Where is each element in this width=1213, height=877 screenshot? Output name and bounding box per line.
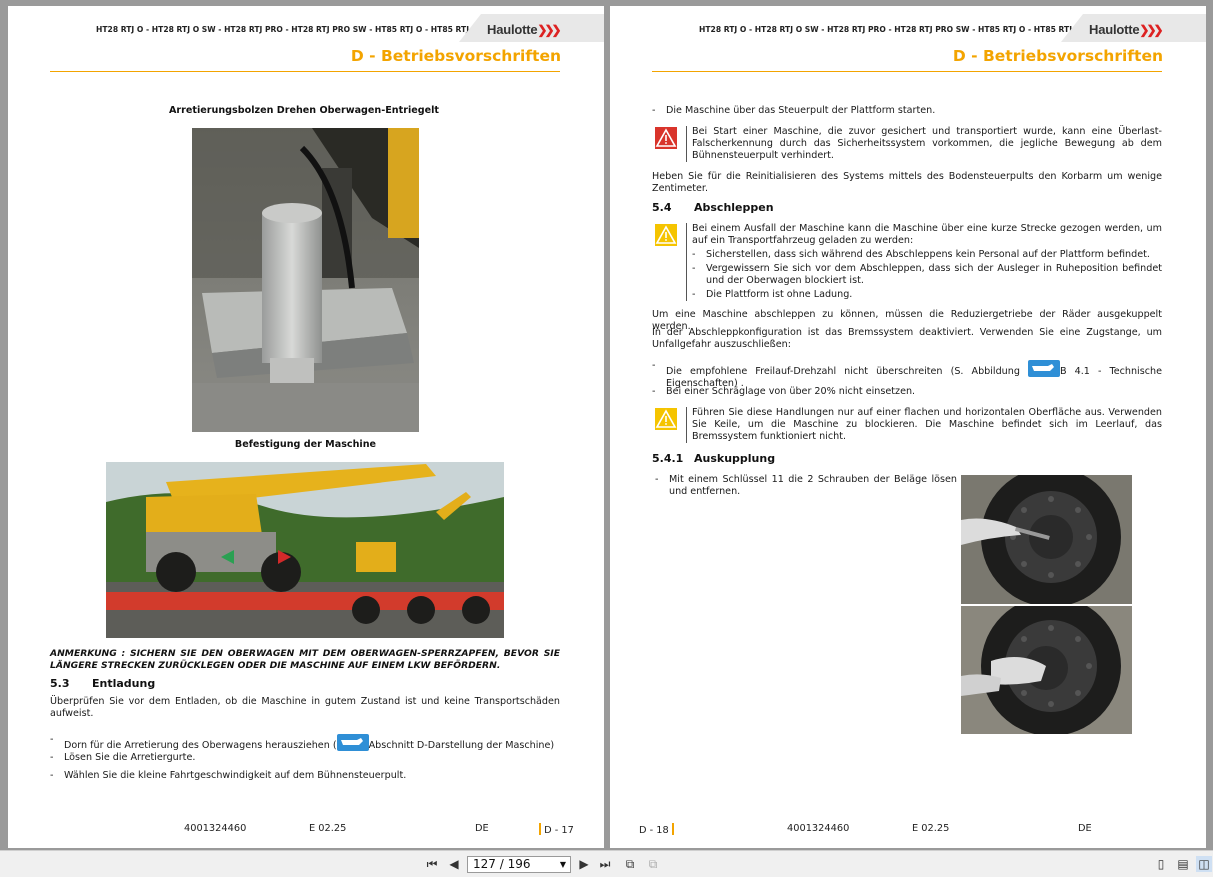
first-page-icon[interactable]: ⏮ — [424, 856, 440, 872]
warning-icon — [655, 408, 677, 430]
flat-surface-warning: Führen Sie diese Handlungen nur auf eine… — [686, 407, 1162, 443]
section-rule — [652, 71, 1162, 72]
footer-page-number: D - 17 — [539, 823, 574, 836]
section-title: D - Betriebsvorschriften — [350, 47, 561, 65]
pointing-hand-icon[interactable] — [336, 734, 369, 751]
footer-page-number: D - 18 — [639, 823, 674, 836]
continuous-view-icon[interactable]: ▤ — [1175, 856, 1191, 872]
photo-truck-transport — [106, 462, 504, 638]
section-title: D - Betriebsvorschriften — [952, 47, 1163, 65]
last-page-icon[interactable]: ⏭ — [597, 856, 613, 872]
footer-edition: E 02.25 — [309, 823, 347, 834]
single-page-view-icon[interactable]: ▯ — [1153, 856, 1169, 872]
page-left: HT28 RTJ O - HT28 RTJ O SW - HT28 RTJ PR… — [8, 6, 604, 848]
bullet-straps: - Lösen Sie die Arretiergurte. — [50, 752, 196, 763]
footer-lang: DE — [475, 823, 489, 834]
copy-page-icon[interactable]: ⧉ — [622, 856, 638, 872]
page-right: HT28 RTJ O - HT28 RTJ O SW - HT28 RTJ PR… — [610, 6, 1206, 848]
page-number-select[interactable]: 127 / 196 ▼ — [467, 856, 571, 873]
heading-5-4: 5.4 Abschleppen — [652, 201, 774, 214]
transport-note: ANMERKUNG : SICHERN SIE DEN OBERWAGEN MI… — [50, 648, 560, 671]
photo-wheel-hub-2 — [961, 606, 1132, 734]
haulotte-logo: Haulotte❯❯❯ — [487, 22, 562, 37]
warning-icon — [655, 224, 677, 246]
danger-overload-text: Bei Start einer Maschine, die zuvor gesi… — [686, 126, 1162, 162]
footer-doc-no: 4001324460 — [184, 823, 247, 834]
pointing-hand-icon[interactable] — [1028, 360, 1060, 377]
haulotte-logo: Haulotte❯❯❯ — [1089, 22, 1164, 37]
footer-edition: E 02.25 — [912, 823, 950, 834]
reinit-text: Heben Sie für die Reinitialisieren des S… — [652, 171, 1162, 194]
towing-warning-intro: Bei einem Ausfall der Maschine kann die … — [692, 223, 1162, 246]
bullet-slope: - Bei einer Schräglage von über 20% nicht… — [652, 386, 916, 397]
footer-doc-no: 4001324460 — [787, 823, 850, 834]
footer-lang: DE — [1078, 823, 1092, 834]
next-page-icon[interactable]: ▶ — [576, 856, 592, 872]
danger-icon — [655, 127, 677, 149]
header-models: HT28 RTJ O - HT28 RTJ O SW - HT28 RTJ PR… — [699, 25, 1093, 34]
paste-page-icon[interactable]: ⧉ — [645, 856, 661, 872]
caption-locking-pin: Arretierungsbolzen Drehen Oberwagen-Entr… — [169, 105, 439, 116]
header-models: HT28 RTJ O - HT28 RTJ O SW - HT28 RTJ PR… — [96, 25, 490, 34]
two-page-view-icon[interactable]: ◫ — [1196, 856, 1212, 872]
photo-wheel-hub-1 — [961, 475, 1132, 604]
towing-bullet-load: - Die Plattform ist ohne Ladung. — [692, 289, 853, 300]
towing-bullet-personnel: - Sicherstellen, dass sich während des Ab… — [692, 249, 1150, 260]
heading-5-3: 5.3 Entladung — [50, 677, 156, 690]
caption-securing: Befestigung der Maschine — [234, 439, 377, 450]
previous-page-icon[interactable]: ◀ — [446, 856, 462, 872]
brake-text: In der Abschleppkonfiguration ist das Br… — [652, 327, 1162, 350]
heading-5-4-1: 5.4.1 Auskupplung — [652, 452, 776, 465]
section-rule — [50, 71, 560, 72]
bullet-slow-speed: - Wählen Sie die kleine Fahrtgeschwindigk… — [50, 770, 407, 781]
photo-locking-pin — [192, 128, 419, 432]
unloading-intro: Überprüfen Sie vor dem Entladen, ob die … — [50, 696, 560, 719]
logo-chevron-icon: ❯❯❯ — [1139, 23, 1163, 37]
chevron-down-icon: ▼ — [559, 860, 566, 869]
towing-bullet-boom: - Vergewissern Sie sich vor dem Abschlepp… — [692, 263, 1162, 286]
logo-chevron-icon: ❯❯❯ — [537, 23, 561, 37]
bullet-key-screws: - Mit einem Schlüssel 11 die 2 Schrauben … — [655, 474, 957, 497]
viewer-toolbar: ⏮ ◀ 127 / 196 ▼ ▶ ⏭ ⧉ ⧉ ▯ ▤ ◫ — [0, 850, 1213, 877]
bullet-start-machine: - Die Maschine über das Steuerpult der Pl… — [652, 105, 936, 116]
towing-warning: Bei einem Ausfall der Maschine kann die … — [686, 223, 1162, 301]
